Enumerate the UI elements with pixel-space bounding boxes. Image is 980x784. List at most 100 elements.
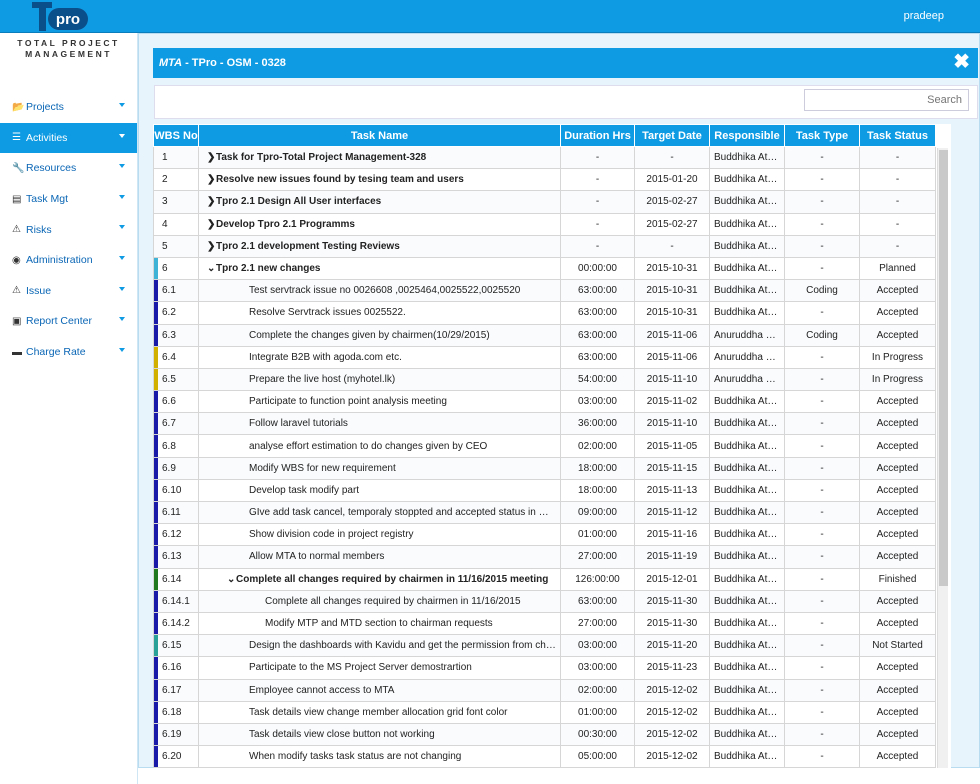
column-header[interactable]: Responsible — [709, 124, 785, 147]
column-header[interactable]: Target Date — [634, 124, 710, 147]
responsible-cell: Buddhika Ath... — [709, 190, 785, 214]
chevron-right-icon[interactable]: ❯ — [207, 174, 216, 185]
sidebar-item-issue[interactable]: ⚠ Issue — [0, 276, 137, 307]
task-name-cell[interactable]: Follow laravel tutorials — [198, 412, 561, 436]
task-name-cell[interactable]: GIve add task cancel, temporaly stoppted… — [198, 500, 561, 525]
table-row[interactable]: 4 ❯Develop Tpro 2.1 Programms -2015-02-27 B… — [153, 212, 936, 236]
chevron-right-icon[interactable]: ❯ — [207, 241, 216, 252]
responsible-cell: Buddhika Ath... — [709, 745, 785, 768]
task-name-cell[interactable]: Test servtrack issue no 0026608 ,0025464… — [198, 279, 561, 303]
table-row[interactable]: 6.1 Test servtrack issue no 0026608 ,0025… — [153, 279, 936, 303]
chevron-down-icon[interactable] — [119, 225, 125, 230]
task-name-cell[interactable]: Design the dashboards with Kavidu and ge… — [198, 634, 561, 658]
table-row[interactable]: 3 ❯Tpro 2.1 Design All User interfaces -20… — [153, 190, 936, 214]
wbs-cell: 6.9 — [153, 456, 199, 480]
task-name-cell[interactable]: Show division code in project registry — [198, 523, 561, 547]
chevron-down-icon[interactable] — [119, 347, 125, 352]
task-name-cell[interactable]: ❯Tpro 2.1 development Testing Reviews — [198, 234, 561, 258]
task-name-cell[interactable]: Prepare the live host (myhotel.lk) — [198, 367, 561, 392]
task-name-cell[interactable]: Modify MTP and MTD section to chairman r… — [198, 611, 561, 636]
chevron-down-icon[interactable]: ⌄ — [227, 574, 236, 585]
table-row[interactable]: 6.12 Show division code in project regist… — [153, 523, 936, 547]
close-icon[interactable]: ✖ — [953, 52, 970, 72]
sidebar-item-projects[interactable]: 📂 Projects — [0, 92, 137, 123]
task-name-cell[interactable]: Modify WBS for new requirement — [198, 456, 561, 480]
task-name-cell[interactable]: ❯Tpro 2.1 Design All User interfaces — [198, 190, 561, 214]
table-row[interactable]: 6.7 Follow laravel tutorials 36:00:00 2015-… — [153, 412, 936, 436]
chevron-right-icon[interactable]: ❯ — [207, 152, 216, 163]
sidebar-item-activities[interactable]: ☰ Activities — [0, 122, 137, 154]
table-row[interactable]: 2 ❯Resolve new issues found by tesing tea… — [153, 168, 936, 192]
task-name-cell[interactable]: Integrate B2B with agoda.com etc. — [198, 345, 561, 369]
task-name-cell[interactable]: Task details view change member allocati… — [198, 700, 561, 724]
task-name-cell[interactable]: Complete all changes required by chairme… — [198, 589, 561, 613]
sidebar-item-administration[interactable]: ◉ Administration — [0, 245, 137, 276]
chevron-down-icon[interactable] — [119, 255, 125, 260]
table-row[interactable]: 6 ⌄Tpro 2.1 new changes 00:00:00 2015-10-31… — [153, 256, 936, 281]
table-row[interactable]: 6.17 Employee cannot access to MTA 02:00:0… — [153, 678, 936, 702]
chevron-down-icon[interactable] — [119, 103, 125, 107]
chevron-down-icon[interactable] — [119, 164, 125, 169]
table-row[interactable]: 6.16 Participate to the MS Project Server… — [153, 656, 936, 680]
sidebar-item-task-mgt[interactable]: ▤ Task Mgt — [0, 184, 137, 215]
table-row[interactable]: 1 ❯Task for Tpro-Total Project Management… — [153, 145, 936, 170]
table-row[interactable]: 6.13 Allow MTA to normal members 27:00:00 2… — [153, 545, 936, 569]
target-date-cell: 2015-11-15 — [634, 456, 710, 480]
chevron-down-icon[interactable]: ⌄ — [207, 263, 216, 274]
task-name-cell[interactable]: When modify tasks task status are not ch… — [198, 745, 561, 768]
table-row[interactable]: 6.11 GIve add task cancel, temporaly stop… — [153, 500, 936, 525]
task-name-cell[interactable]: ⌄Complete all changes required by chairm… — [198, 567, 561, 591]
table-row[interactable]: 6.5 Prepare the live host (myhotel.lk) 54:… — [153, 367, 936, 392]
sidebar-item-risks[interactable]: ⚠ Risks — [0, 214, 137, 245]
grid-scrollbar[interactable] — [937, 148, 948, 768]
task-status-cell: Accepted — [859, 456, 936, 480]
task-name-cell[interactable]: ⌄Tpro 2.1 new changes — [198, 256, 561, 281]
user-name[interactable]: pradeep — [904, 10, 944, 22]
chevron-down-icon[interactable] — [119, 133, 125, 138]
sidebar-item-charge-rate[interactable]: ▬ Charge Rate — [0, 337, 137, 368]
task-name-cell[interactable]: analyse effort estimation to do changes … — [198, 434, 561, 458]
sidebar-item-resources[interactable]: 🔧 Resources — [0, 153, 137, 184]
task-name-cell[interactable]: Resolve Servtrack issues 0025522. — [198, 301, 561, 325]
table-row[interactable]: 6.4 Integrate B2B with agoda.com etc. 63:0… — [153, 345, 936, 369]
table-row[interactable]: 6.8 analyse effort estimation to do chang… — [153, 434, 936, 458]
table-row[interactable]: 6.18 Task details view change member allo… — [153, 700, 936, 724]
table-row[interactable]: 6.14 ⌄Complete all changes required by ch… — [153, 567, 936, 591]
column-header[interactable]: Task Status — [859, 124, 936, 147]
column-header[interactable]: Task Name — [198, 124, 561, 147]
column-header[interactable]: Task Type — [784, 124, 860, 147]
chevron-right-icon[interactable]: ❯ — [207, 219, 216, 230]
table-row[interactable]: 5 ❯Tpro 2.1 development Testing Reviews - -… — [153, 234, 936, 258]
task-name-cell[interactable]: Participate to function point analysis m… — [198, 390, 561, 414]
column-header[interactable]: WBS No — [153, 124, 199, 147]
task-name-cell[interactable]: ❯Task for Tpro-Total Project Management-… — [198, 145, 561, 170]
tpro-logo[interactable]: pro — [32, 2, 90, 32]
task-name-cell[interactable]: Employee cannot access to MTA — [198, 678, 561, 702]
task-name-cell[interactable]: Allow MTA to normal members — [198, 545, 561, 569]
table-row[interactable]: 6.14.2 Modify MTP and MTD section to chai… — [153, 611, 936, 636]
task-name-cell[interactable]: ❯Develop Tpro 2.1 Programms — [198, 212, 561, 236]
table-row[interactable]: 6.6 Participate to function point analysi… — [153, 390, 936, 414]
sidebar-item-report-center[interactable]: ▣ Report Center — [0, 306, 137, 337]
table-row[interactable]: 6.15 Design the dashboards with Kavidu an… — [153, 634, 936, 658]
table-row[interactable]: 6.10 Develop task modify part 18:00:00 2015… — [153, 478, 936, 503]
search-input[interactable] — [804, 89, 969, 111]
task-name-cell[interactable]: Develop task modify part — [198, 478, 561, 503]
table-row[interactable]: 6.20 When modify tasks task status are no… — [153, 745, 936, 768]
task-name-cell[interactable]: Task details view close button not worki… — [198, 722, 561, 747]
chevron-right-icon[interactable]: ❯ — [207, 196, 216, 207]
task-name-cell[interactable]: ❯Resolve new issues found by tesing team… — [198, 168, 561, 192]
table-row[interactable]: 6.14.1 Complete all changes required by c… — [153, 589, 936, 613]
column-header[interactable]: Duration Hrs — [560, 124, 635, 147]
task-name-cell[interactable]: Participate to the MS Project Server dem… — [198, 656, 561, 680]
table-row[interactable]: 6.9 Modify WBS for new requirement 18:00:0… — [153, 456, 936, 480]
table-row[interactable]: 6.19 Task details view close button not w… — [153, 722, 936, 747]
table-row[interactable]: 6.2 Resolve Servtrack issues 0025522. 63:0… — [153, 301, 936, 325]
chevron-down-icon[interactable] — [119, 286, 125, 291]
task-name-cell[interactable]: Complete the changes given by chairmen(1… — [198, 323, 561, 347]
task-status-cell: In Progress — [859, 367, 936, 392]
chevron-down-icon[interactable] — [119, 194, 125, 199]
chevron-down-icon[interactable] — [119, 317, 125, 322]
scrollbar-thumb[interactable] — [939, 150, 948, 586]
table-row[interactable]: 6.3 Complete the changes given by chairme… — [153, 323, 936, 347]
